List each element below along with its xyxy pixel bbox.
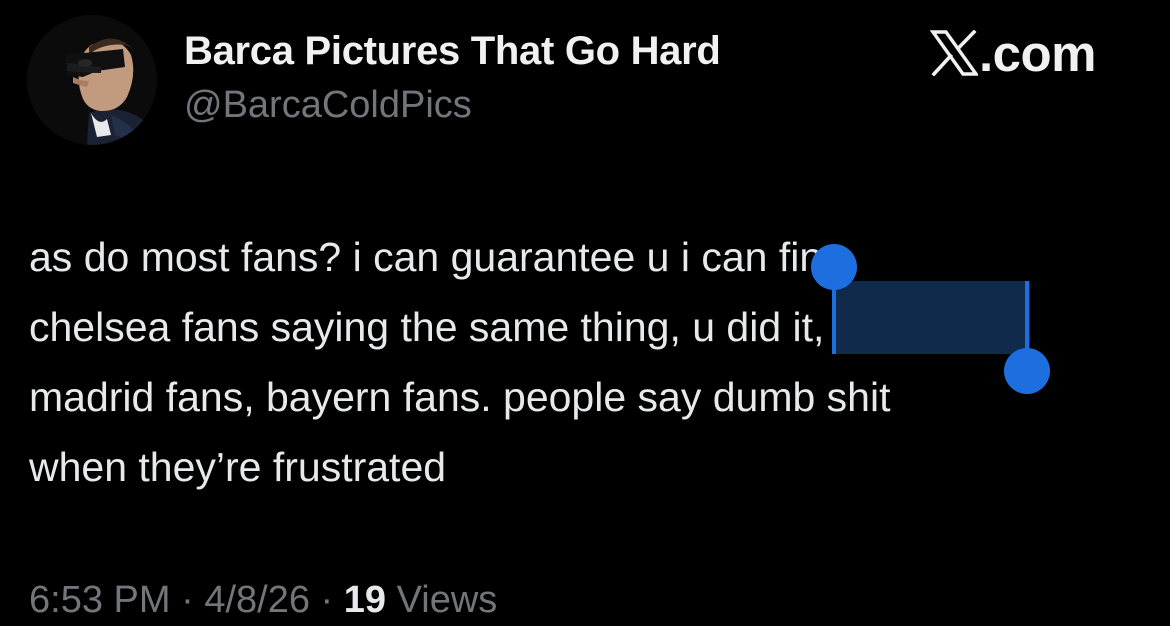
tweet-text-line: as do most fans? i can guarantee u i can… [29,234,845,280]
tweet-date[interactable]: 4/8/26 [204,579,310,621]
tweet-text[interactable]: as do most fans? i can guarantee u i can… [29,222,1149,502]
display-name[interactable]: Barca Pictures That Go Hard [184,29,721,74]
brand-watermark: .com [930,24,1097,82]
separator-dot: · [170,579,205,621]
tweet-text-line: madrid fans, bayern fans. people say dum… [29,374,891,420]
selection-start-handle[interactable] [811,244,857,290]
user-handle[interactable]: @BarcaColdPics [184,84,472,127]
profile-photo-icon [27,15,157,145]
tweet-text-line: chelsea fans saying the same thing, u di… [29,304,825,350]
x-logo-icon [930,30,978,76]
views-label: Views [396,579,498,621]
tweet-time[interactable]: 6:53 PM [29,579,171,621]
selection-end-handle[interactable] [1004,348,1050,394]
tweet-text-line: when they’re frustrated [29,444,447,490]
brand-text: .com [979,24,1097,82]
avatar[interactable] [27,15,157,145]
tweet-metadata: 6:53 PM · 4/8/26 · 19 Views [29,579,497,622]
separator-dot: · [309,579,344,621]
views-count[interactable]: 19 [344,579,386,621]
